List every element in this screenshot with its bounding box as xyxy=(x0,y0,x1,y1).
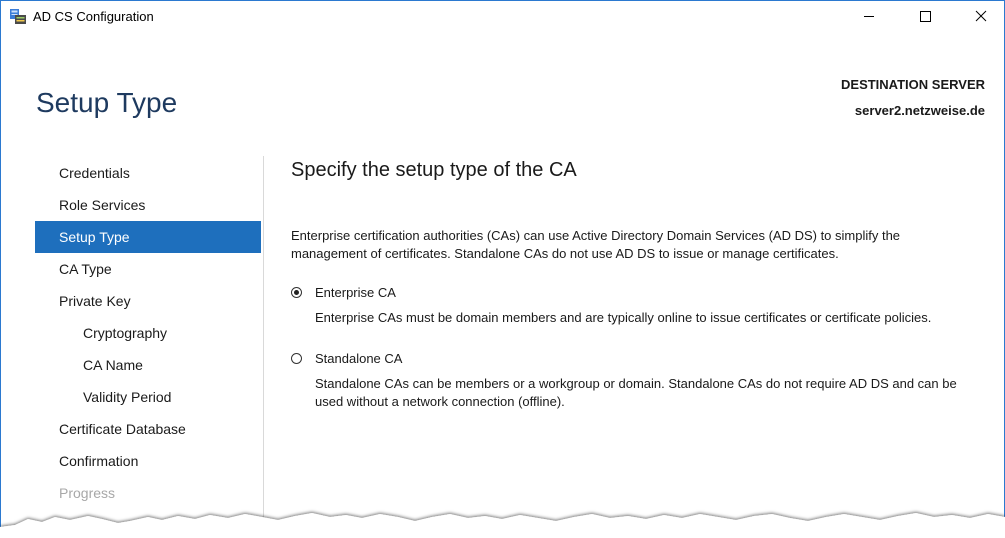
nav-item-credentials[interactable]: Credentials xyxy=(35,157,261,189)
setup-type-description: Enterprise certification authorities (CA… xyxy=(291,228,901,261)
enterprise-ca-radio[interactable] xyxy=(291,287,302,298)
torn-paper-edge xyxy=(0,513,1005,538)
close-button[interactable] xyxy=(958,1,1004,31)
maximize-icon xyxy=(920,11,931,22)
main-content: Specify the setup type of the CA Enterpr… xyxy=(291,159,981,411)
enterprise-ca-label[interactable]: Enterprise CA xyxy=(315,285,396,300)
standalone-ca-radio[interactable] xyxy=(291,353,302,364)
standalone-ca-description: Standalone CAs can be members or a workg… xyxy=(315,376,957,409)
nav-item-ca-type[interactable]: CA Type xyxy=(35,253,261,285)
enterprise-ca-option[interactable]: Enterprise CA xyxy=(291,285,981,303)
nav-item-private-key[interactable]: Private Key xyxy=(35,285,261,317)
page-title: Setup Type xyxy=(36,87,178,118)
window-title: AD CS Configuration xyxy=(33,9,154,24)
destination-server-label: DESTINATION SERVER xyxy=(841,77,985,92)
enterprise-ca-description: Enterprise CAs must be domain members an… xyxy=(315,310,932,325)
title-bar[interactable]: AD CS Configuration xyxy=(1,1,1004,31)
nav-item-validity-period[interactable]: Validity Period xyxy=(35,381,261,413)
nav-item-setup-type[interactable]: Setup Type xyxy=(35,221,261,253)
radio-selected-dot xyxy=(294,290,299,295)
close-icon xyxy=(975,10,987,22)
standalone-ca-label[interactable]: Standalone CA xyxy=(315,351,402,366)
wizard-navigation: Credentials Role Services Setup Type CA … xyxy=(35,157,261,537)
nav-item-certificate-database[interactable]: Certificate Database xyxy=(35,413,261,445)
maximize-button[interactable] xyxy=(902,1,948,31)
content-heading: Specify the setup type of the CA xyxy=(291,159,577,181)
standalone-ca-option[interactable]: Standalone CA xyxy=(291,351,981,369)
destination-server-name: server2.netzweise.de xyxy=(854,103,985,118)
nav-divider xyxy=(263,156,264,537)
ad-cs-configuration-window: AD CS Configuration Setup Type DESTINATI… xyxy=(0,0,1005,537)
nav-item-confirmation[interactable]: Confirmation xyxy=(35,445,261,477)
minimize-icon xyxy=(864,16,874,17)
nav-item-role-services[interactable]: Role Services xyxy=(35,189,261,221)
nav-item-cryptography[interactable]: Cryptography xyxy=(35,317,261,349)
minimize-button[interactable] xyxy=(846,1,892,31)
server-manager-app-icon xyxy=(10,9,26,24)
nav-item-ca-name[interactable]: CA Name xyxy=(35,349,261,381)
